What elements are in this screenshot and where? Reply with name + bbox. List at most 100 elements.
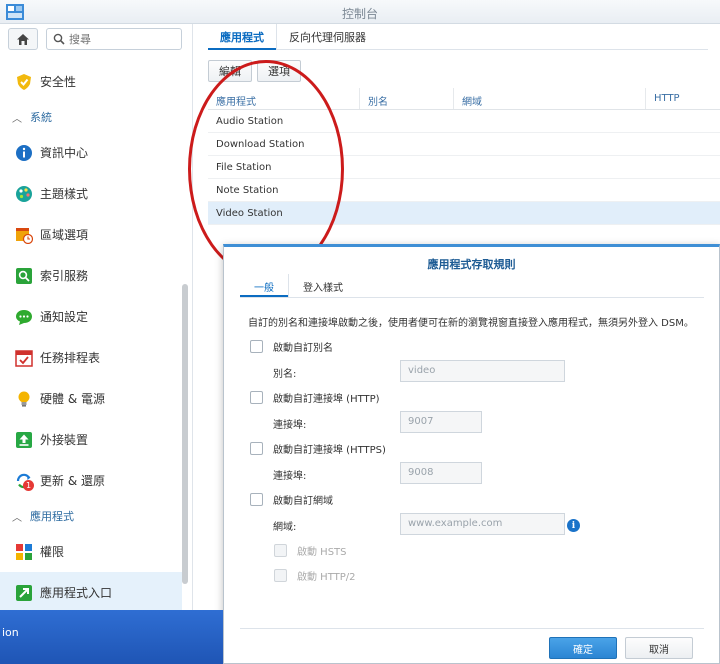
https-port-label: 連接埠: <box>273 471 307 482</box>
chevron-up-icon: ︿ <box>12 512 22 524</box>
column-header-application[interactable]: 應用程式 <box>208 88 360 109</box>
http2-checkbox-row[interactable]: 啟動 HTTP/2 <box>274 568 356 583</box>
ok-button[interactable]: 確定 <box>549 637 617 659</box>
tab-general[interactable]: 一般 <box>240 274 288 297</box>
info-icon <box>14 143 34 163</box>
chevron-up-icon: ︿ <box>12 113 22 125</box>
table-row[interactable]: Download Station <box>208 133 720 156</box>
sidebar-scrollbar[interactable] <box>182 284 188 584</box>
sidebar-item-label: 任務排程表 <box>40 351 101 365</box>
checkbox-label: 啟動自訂連接埠 (HTTPS) <box>273 445 386 456</box>
http-checkbox-row[interactable]: 啟動自訂連接埠 (HTTP) <box>250 390 380 405</box>
domain-checkbox-row[interactable]: 啟動自訂網域 <box>250 492 333 507</box>
http-port-label: 連接埠: <box>273 420 307 431</box>
sidebar-item-label: 安全性 <box>40 75 77 89</box>
tab-applications[interactable]: 應用程式 <box>208 24 276 50</box>
options-button[interactable]: 選項 <box>257 60 301 82</box>
sidebar-item-task-scheduler[interactable]: 任務排程表 <box>0 337 182 378</box>
sidebar-item-regional[interactable]: 區域選項 <box>0 214 182 255</box>
sidebar-item-update-restore[interactable]: 1 更新 & 還原 <box>0 460 182 501</box>
chat-bubble-icon <box>14 307 34 327</box>
domain-checkbox[interactable] <box>250 493 263 506</box>
alias-field[interactable]: video <box>400 360 565 382</box>
sidebar-item-label: 權限 <box>40 545 65 559</box>
taskbar-text: ion <box>2 626 19 639</box>
table-row[interactable]: File Station <box>208 156 720 179</box>
lightbulb-icon <box>14 389 34 409</box>
http-port-field[interactable]: 9007 <box>400 411 482 433</box>
shield-icon <box>14 72 34 92</box>
sidebar-item-label: 主題樣式 <box>40 187 89 201</box>
sidebar: 安全性 ︿ 系統 資訊中心 主題樣式 區域選項 索引服務 通知設定 <box>0 24 193 610</box>
checkbox-label: 啟動自訂別名 <box>273 343 333 354</box>
sidebar-item-application-portal[interactable]: 應用程式入口 <box>0 572 182 610</box>
update-restore-icon: 1 <box>14 471 34 491</box>
dialog-footer-divider <box>240 628 704 629</box>
search-box[interactable] <box>46 28 182 50</box>
dialog-description: 自訂的別名和連接埠啟動之後，使用者便可在新的瀏覽視窗直接登入應用程式，無須另外登… <box>248 318 694 329</box>
sidebar-group-system[interactable]: ︿ 系統 <box>0 106 182 128</box>
checkbox-label: 啟動 HSTS <box>297 547 347 558</box>
update-badge: 1 <box>23 479 34 491</box>
home-icon <box>17 33 29 45</box>
tab-login-style[interactable]: 登入樣式 <box>288 274 357 297</box>
table-row-selected[interactable]: Video Station <box>208 202 720 225</box>
sidebar-item-label: 外接裝置 <box>40 433 89 447</box>
sidebar-item-hardware-power[interactable]: 硬體 & 電源 <box>0 378 182 419</box>
column-header-alias[interactable]: 別名 <box>360 88 454 109</box>
checkbox-label: 啟動 HTTP/2 <box>297 572 356 583</box>
portal-arrow-icon <box>14 583 34 603</box>
sidebar-item-label: 索引服務 <box>40 269 89 283</box>
home-button[interactable] <box>8 28 38 50</box>
calendar-clock-icon <box>14 225 34 245</box>
search-input[interactable] <box>69 31 177 47</box>
sidebar-item-label: 通知設定 <box>40 310 89 324</box>
window-title: 控制台 <box>341 7 378 21</box>
https-port-checkbox[interactable] <box>250 442 263 455</box>
palette-icon <box>14 184 34 204</box>
alias-checkbox-row[interactable]: 啟動自訂別名 <box>250 339 333 354</box>
https-port-field[interactable]: 9008 <box>400 462 482 484</box>
os-taskbar: ion <box>0 610 223 664</box>
sidebar-item-privileges[interactable]: 權限 <box>0 531 182 572</box>
main-tabs: 應用程式 反向代理伺服器 <box>208 24 708 50</box>
window-titlebar: 控制台 <box>0 0 720 24</box>
sidebar-group-label: 系統 <box>30 111 52 124</box>
domain-field[interactable]: www.example.com <box>400 513 565 535</box>
hsts-checkbox[interactable] <box>274 544 287 557</box>
sidebar-item-notification[interactable]: 通知設定 <box>0 296 182 337</box>
sidebar-item-external-devices[interactable]: 外接裝置 <box>0 419 182 460</box>
sidebar-item-label: 資訊中心 <box>40 146 89 160</box>
sidebar-group-label: 應用程式 <box>30 510 74 523</box>
sidebar-group-applications[interactable]: ︿ 應用程式 <box>0 505 182 527</box>
info-icon[interactable]: i <box>567 519 580 532</box>
application-grid: 應用程式 別名 網域 HTTP Audio Station Download S… <box>208 88 720 225</box>
sidebar-item-label: 區域選項 <box>40 228 89 242</box>
alias-checkbox[interactable] <box>250 340 263 353</box>
column-header-domain[interactable]: 網域 <box>454 88 646 109</box>
alias-label: 別名: <box>273 369 297 380</box>
sidebar-item-theme[interactable]: 主題樣式 <box>0 173 182 214</box>
sidebar-item-label: 應用程式入口 <box>40 586 113 600</box>
table-row[interactable]: Note Station <box>208 179 720 202</box>
sidebar-item-indexing[interactable]: 索引服務 <box>0 255 182 296</box>
access-rules-dialog: 應用程式存取規則 一般 登入樣式 自訂的別名和連接埠啟動之後，使用者便可在新的瀏… <box>223 244 720 664</box>
task-calendar-icon <box>14 348 34 368</box>
sidebar-item-security[interactable]: 安全性 <box>0 61 182 102</box>
edit-button[interactable]: 編輯 <box>208 60 252 82</box>
tab-reverse-proxy[interactable]: 反向代理伺服器 <box>276 24 378 50</box>
search-index-icon <box>14 266 34 286</box>
https-checkbox-row[interactable]: 啟動自訂連接埠 (HTTPS) <box>250 441 386 456</box>
dialog-tabs: 一般 登入樣式 <box>240 274 704 298</box>
http2-checkbox[interactable] <box>274 569 287 582</box>
hsts-checkbox-row[interactable]: 啟動 HSTS <box>274 543 347 558</box>
upload-device-icon <box>14 430 34 450</box>
http-port-checkbox[interactable] <box>250 391 263 404</box>
domain-label: 網域: <box>273 522 297 533</box>
sidebar-item-info-center[interactable]: 資訊中心 <box>0 132 182 173</box>
checkbox-label: 啟動自訂網域 <box>273 496 333 507</box>
table-row[interactable]: Audio Station <box>208 110 720 133</box>
grid-permissions-icon <box>14 542 34 562</box>
column-header-http[interactable]: HTTP <box>646 88 720 109</box>
cancel-button[interactable]: 取消 <box>625 637 693 659</box>
